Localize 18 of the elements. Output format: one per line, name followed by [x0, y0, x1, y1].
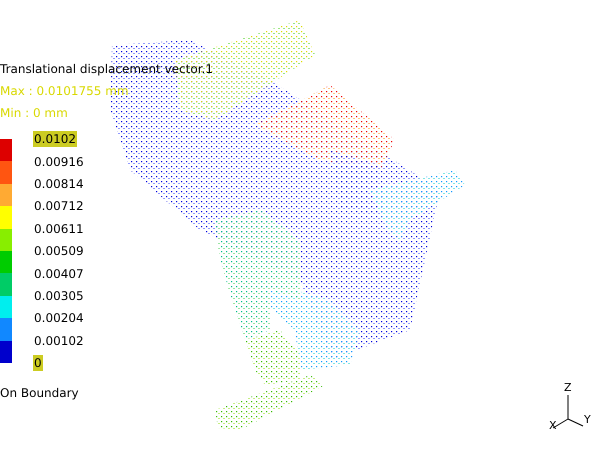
scale-value: 0.00509 — [33, 243, 85, 260]
max-value: Max : 0.0101755 mm — [0, 83, 130, 100]
scale-value: 0.00611 — [33, 220, 85, 237]
axis-label: X — [549, 420, 557, 432]
scale-value: 0.00102 — [33, 332, 85, 349]
min-value: Min : 0 mm — [0, 105, 69, 122]
legend-title: Translational displacement vector.1 — [0, 61, 214, 78]
axis-label: Y — [584, 414, 591, 426]
scale-value: 0.00407 — [33, 266, 85, 282]
scale-value: 0 — [33, 355, 43, 372]
scale-value: 0.00204 — [33, 310, 85, 326]
boundary-label: On Boundary — [0, 386, 79, 400]
scale-value: 0.00814 — [33, 176, 85, 192]
scale-value: 0.00305 — [33, 288, 85, 304]
scale-value: 0.00916 — [33, 154, 85, 170]
scale-value: 0.0102 — [33, 131, 77, 148]
axis-label: Z — [564, 382, 572, 394]
scale-value: 0.00712 — [33, 198, 85, 214]
